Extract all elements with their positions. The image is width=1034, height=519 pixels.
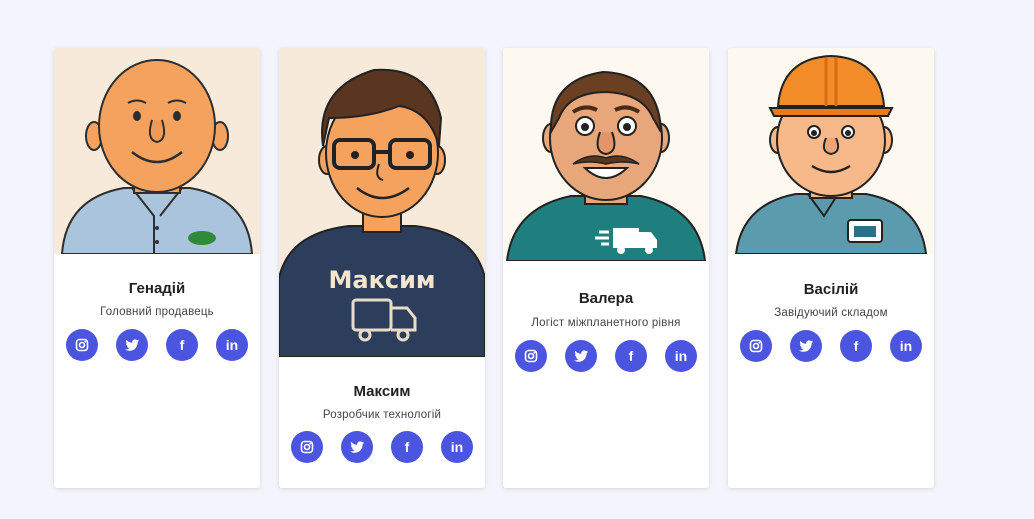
facebook-button[interactable]: f (391, 431, 423, 463)
instagram-button[interactable] (291, 431, 323, 463)
instagram-icon (300, 440, 314, 454)
linkedin-button[interactable]: in (441, 431, 473, 463)
social-links: f in (515, 340, 699, 372)
instagram-button[interactable] (66, 329, 98, 361)
team-member-photo (54, 48, 260, 254)
facebook-icon: f (853, 338, 859, 354)
team-member-name: Генадій (128, 280, 186, 297)
instagram-icon (749, 339, 763, 353)
linkedin-button[interactable]: in (216, 329, 248, 361)
facebook-button[interactable]: f (615, 340, 647, 372)
twitter-button[interactable] (790, 330, 822, 362)
twitter-icon (573, 349, 588, 362)
team-member-role: Розробчик технологій (322, 409, 442, 421)
linkedin-button[interactable]: in (665, 340, 697, 372)
facebook-button[interactable]: f (166, 329, 198, 361)
facebook-icon: f (179, 337, 185, 353)
team-member-name: Васілій (803, 281, 859, 298)
team-member-role: Головний продавець (100, 306, 214, 318)
facebook-button[interactable]: f (840, 330, 872, 362)
instagram-icon (75, 338, 89, 352)
team-member-photo: Максим (279, 48, 485, 357)
facebook-icon: f (404, 439, 410, 455)
linkedin-icon: in (674, 348, 688, 364)
twitter-icon (124, 338, 139, 351)
team-card: Максим Максим Розробчик технологій f in (279, 48, 485, 488)
twitter-icon (349, 440, 364, 453)
team-member-name: Максим (353, 383, 411, 400)
social-links: f in (291, 431, 475, 463)
team-member-role: Завідуючий складом (774, 307, 888, 319)
team-card: Васілій Завідуючий складом f in (728, 48, 934, 488)
instagram-button[interactable] (740, 330, 772, 362)
team-member-photo (728, 48, 934, 254)
team-member-photo (503, 48, 709, 261)
linkedin-icon: in (225, 337, 239, 353)
team-member-name: Валера (578, 290, 634, 307)
linkedin-icon: in (899, 338, 913, 354)
instagram-icon (524, 349, 538, 363)
team-card: Генадій Головний продавець f in (54, 48, 260, 488)
twitter-icon (798, 339, 813, 352)
linkedin-icon: in (450, 439, 464, 455)
twitter-button[interactable] (341, 431, 373, 463)
instagram-button[interactable] (515, 340, 547, 372)
shirt-text: Максим (328, 266, 435, 294)
team-card: Валера Логіст міжпланетного рівня f in (503, 48, 709, 488)
facebook-icon: f (628, 348, 634, 364)
twitter-button[interactable] (565, 340, 597, 372)
linkedin-button[interactable]: in (890, 330, 922, 362)
team-member-role: Логіст міжпланетного рівня (531, 317, 681, 329)
social-links: f in (740, 330, 924, 362)
twitter-button[interactable] (116, 329, 148, 361)
social-links: f in (66, 329, 250, 361)
